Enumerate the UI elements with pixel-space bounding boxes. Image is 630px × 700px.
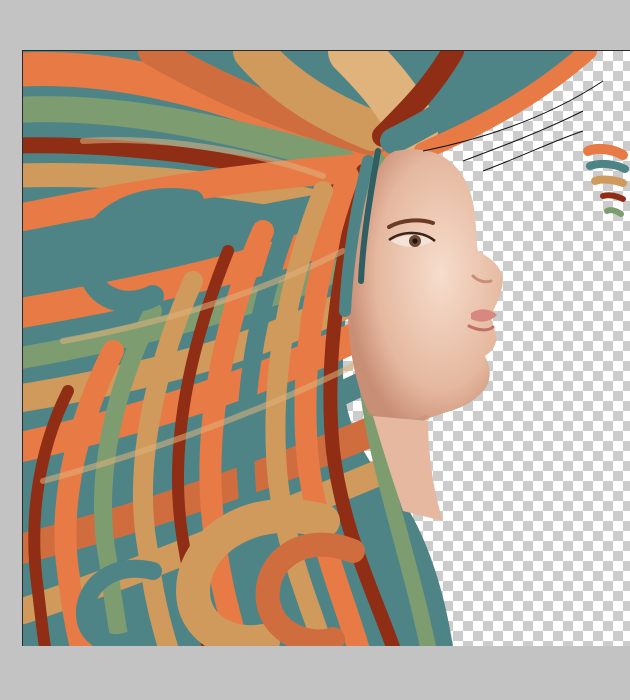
artwork-layer [23,51,629,646]
document-canvas[interactable] [22,50,630,646]
floating-hair-fragment [583,143,629,217]
